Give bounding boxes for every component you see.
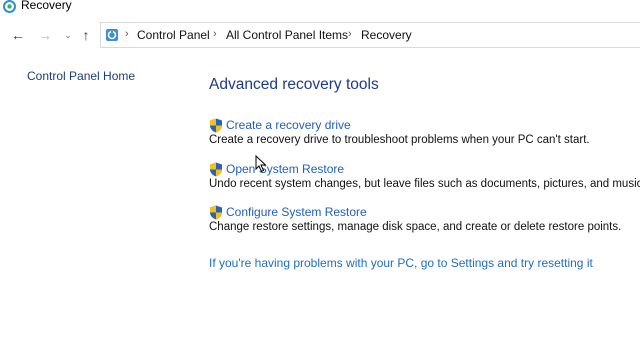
uac-shield-icon: [210, 205, 222, 220]
forward-arrow-icon[interactable]: →: [37, 27, 53, 43]
breadcrumb-all-items[interactable]: All Control Panel Items: [226, 28, 348, 42]
recovery-icon: [3, 0, 16, 13]
task-description: Change restore settings, manage disk spa…: [209, 221, 622, 233]
up-arrow-icon[interactable]: ↑: [78, 27, 94, 43]
task-description: Create a recovery drive to troubleshoot …: [209, 134, 590, 146]
control-panel-icon: [106, 29, 118, 41]
uac-shield-icon: [210, 118, 222, 133]
task-description: Undo recent system changes, but leave fi…: [209, 178, 640, 190]
breadcrumb-separator[interactable]: ›: [348, 28, 352, 40]
title-bar: Recovery: [0, 0, 640, 14]
window-title: Recovery: [21, 0, 72, 12]
create-recovery-drive-link[interactable]: Create a recovery drive: [226, 118, 351, 132]
control-panel-home-link[interactable]: Control Panel Home: [27, 69, 135, 83]
breadcrumb-recovery[interactable]: Recovery: [361, 28, 412, 42]
navigation-bar: ← → ⌄ ↑ › Control Panel › All Control Pa…: [0, 20, 640, 52]
back-arrow-icon[interactable]: ←: [10, 27, 26, 43]
breadcrumb-separator[interactable]: ›: [213, 28, 217, 40]
address-bar[interactable]: › Control Panel › All Control Panel Item…: [100, 22, 640, 48]
page-heading: Advanced recovery tools: [209, 76, 379, 93]
reset-pc-settings-link[interactable]: If you're having problems with your PC, …: [209, 256, 593, 270]
breadcrumb-separator[interactable]: ›: [125, 28, 129, 40]
mouse-cursor-icon: [255, 155, 267, 173]
open-system-restore-link[interactable]: Open System Restore: [226, 162, 344, 176]
recent-locations-chevron-icon[interactable]: ⌄: [60, 27, 76, 43]
uac-shield-icon: [210, 162, 222, 177]
configure-system-restore-link[interactable]: Configure System Restore: [226, 205, 367, 219]
breadcrumb-control-panel[interactable]: Control Panel: [137, 28, 210, 42]
